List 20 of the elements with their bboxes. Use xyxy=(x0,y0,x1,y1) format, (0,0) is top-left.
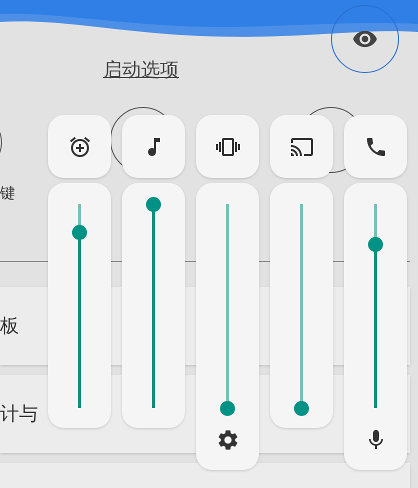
slider-thumb[interactable] xyxy=(72,225,87,240)
stream-button[interactable] xyxy=(196,115,259,178)
slider-thumb[interactable] xyxy=(368,237,383,252)
settings-icon xyxy=(216,428,240,452)
settings-card[interactable]: 计与 xyxy=(0,375,48,453)
stream-button[interactable] xyxy=(344,115,407,178)
card-label: 板 xyxy=(0,314,19,339)
settings-card[interactable]: 板 xyxy=(0,287,48,365)
eye-button[interactable] xyxy=(331,5,399,73)
settings-button[interactable] xyxy=(216,428,240,452)
stream-button[interactable] xyxy=(270,115,333,178)
slider-thumb[interactable] xyxy=(146,196,161,212)
slider-thumb[interactable] xyxy=(294,400,309,416)
stream-button[interactable] xyxy=(48,115,111,178)
slider-thumb[interactable] xyxy=(220,400,235,416)
shortcut-label: 键 xyxy=(0,186,15,204)
stream-button[interactable] xyxy=(122,115,185,178)
section-title[interactable]: 启动选项 xyxy=(103,59,179,81)
card-label: 计与 xyxy=(0,402,38,427)
alarm-clock-icon xyxy=(68,134,92,158)
